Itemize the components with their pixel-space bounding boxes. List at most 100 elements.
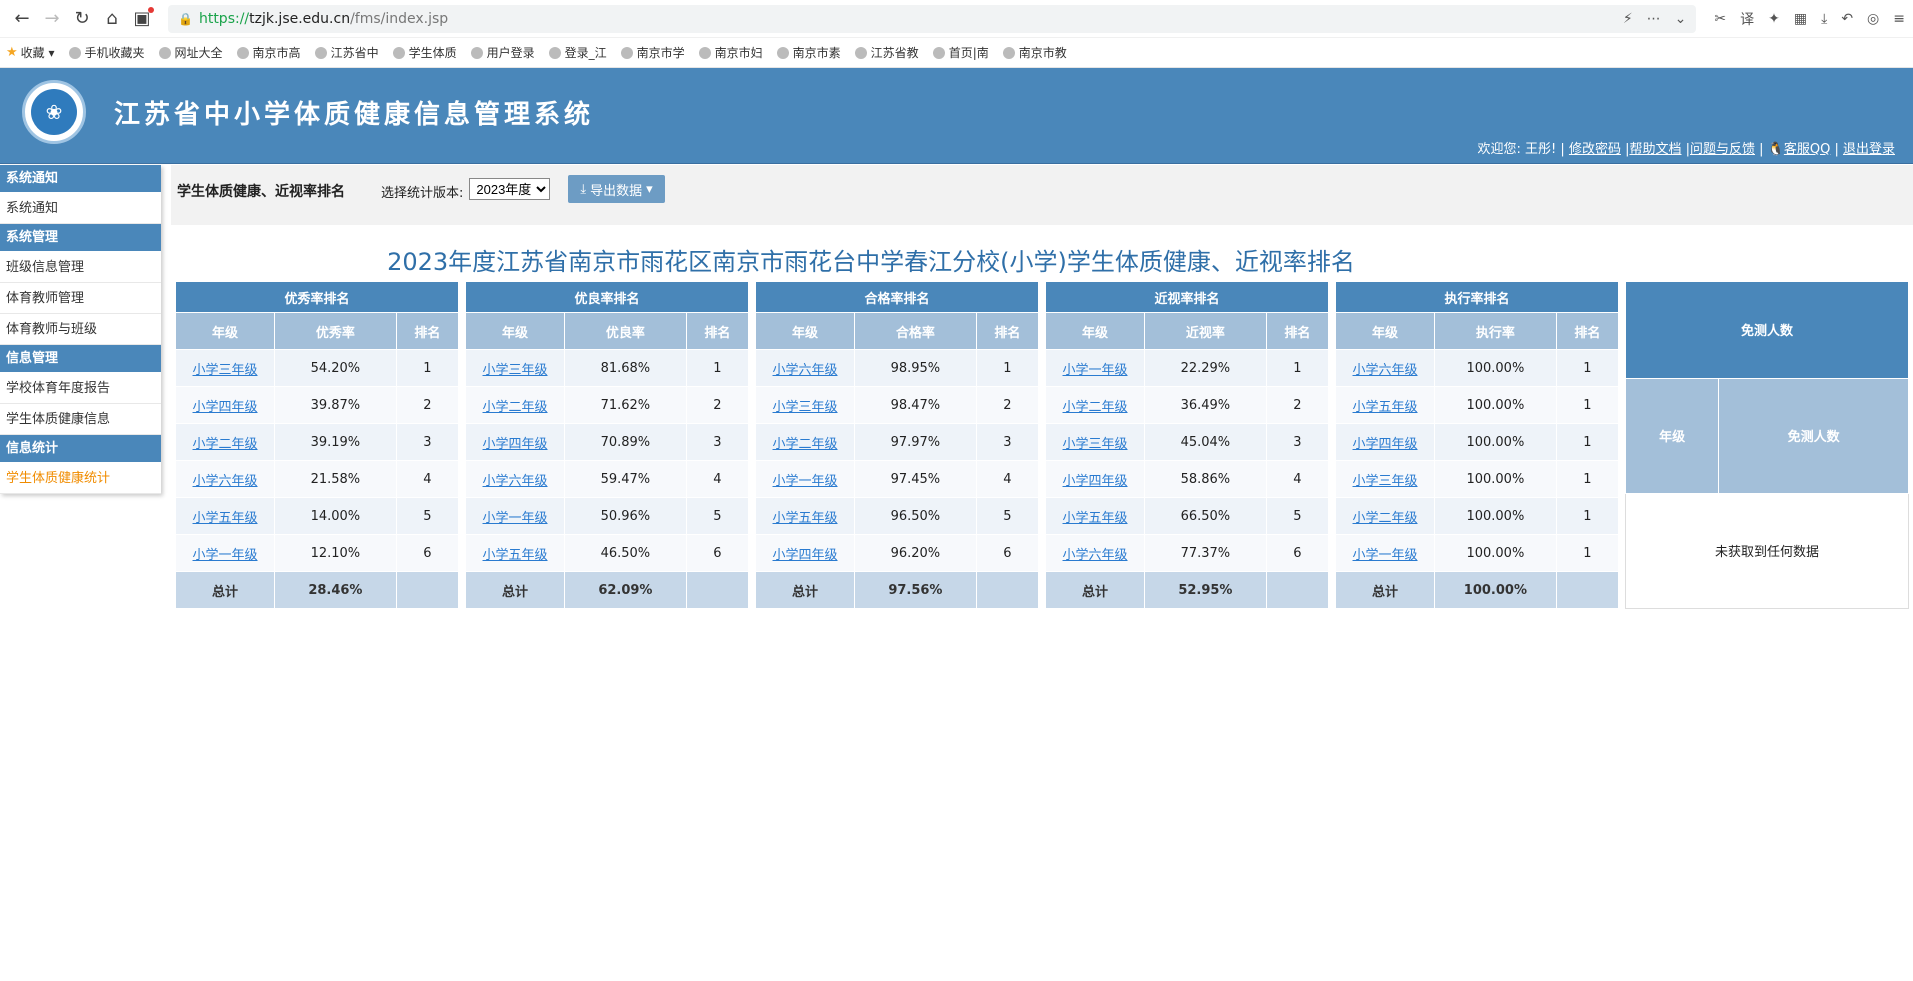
bookmark-item[interactable]: 南京市素 <box>776 44 841 61</box>
game-icon[interactable]: ✦ <box>1768 11 1780 27</box>
grade-link[interactable]: 小学五年级 <box>193 511 258 526</box>
lightning-icon[interactable]: ⚡ <box>1623 11 1633 27</box>
download-icon: ⤓ <box>580 181 587 196</box>
menu-icon[interactable]: ≡ <box>1893 11 1905 27</box>
rate-value: 98.95% <box>854 349 977 387</box>
export-button[interactable]: ⤓ 导出数据 ▾ <box>568 175 665 203</box>
bookmark-item[interactable]: 南京市教 <box>1002 44 1067 61</box>
user-links: 欢迎您: 王彤! | 修改密码 |帮助文档 |问题与反馈 | 🐧客服QQ | 退… <box>1477 142 1895 157</box>
bookmark-item[interactable]: 手机收藏夹 <box>68 44 145 61</box>
sidebar-item-annual-report[interactable]: 学校体育年度报告 <box>0 373 161 404</box>
caret-down-icon: ▾ <box>646 181 653 196</box>
extension-icon[interactable]: ▣ <box>128 5 156 33</box>
bookmark-item[interactable]: 江苏省教 <box>854 44 919 61</box>
table-row: 小学三年级 100.00% 1 <box>1334 460 1620 498</box>
sidebar-item-health-info[interactable]: 学生体质健康信息 <box>0 404 161 435</box>
bookmark-item[interactable]: ★ 收藏 ▾ <box>6 44 55 61</box>
scissors-icon[interactable]: ✂ <box>1714 11 1726 27</box>
download-icon[interactable]: ⤓ <box>1821 11 1827 27</box>
grade-link[interactable]: 小学三年级 <box>1063 437 1128 452</box>
grade-link[interactable]: 小学四年级 <box>193 400 258 415</box>
feedback-link[interactable]: 问题与反馈 <box>1690 142 1755 157</box>
grade-link[interactable]: 小学五年级 <box>773 511 838 526</box>
grade-link[interactable]: 小学一年级 <box>483 511 548 526</box>
sidebar-section-notice[interactable]: 系统通知 <box>0 165 161 193</box>
sidebar-item-teacher[interactable]: 体育教师管理 <box>0 283 161 314</box>
sidebar-section-system[interactable]: 系统管理 <box>0 224 161 252</box>
back-icon[interactable]: ← <box>8 5 36 33</box>
bookmark-item[interactable]: 用户登录 <box>470 44 535 61</box>
grade-link[interactable]: 小学三年级 <box>193 363 258 378</box>
rate-value: 100.00% <box>1434 386 1557 424</box>
rank-value: 1 <box>395 349 460 387</box>
url-path: /fms/index.jsp <box>350 10 449 27</box>
support-qq-link[interactable]: 客服QQ <box>1784 142 1830 157</box>
grade-link[interactable]: 小学一年级 <box>773 474 838 489</box>
grade-link[interactable]: 小学四年级 <box>483 437 548 452</box>
bookmark-item[interactable]: 网址大全 <box>158 44 223 61</box>
grade-link[interactable]: 小学六年级 <box>1063 548 1128 563</box>
undo-icon[interactable]: ↶ <box>1841 11 1853 27</box>
grade-link[interactable]: 小学五年级 <box>483 548 548 563</box>
grade-link[interactable]: 小学五年级 <box>1063 511 1128 526</box>
grade-link[interactable]: 小学三年级 <box>773 400 838 415</box>
address-bar[interactable]: 🔒 https://tzjk.jse.edu.cn/fms/index.jsp … <box>168 4 1697 33</box>
sidebar-section-info[interactable]: 信息管理 <box>0 345 161 373</box>
sidebar-section-stats[interactable]: 信息统计 <box>0 435 161 463</box>
rate-value: 97.97% <box>854 423 977 461</box>
bookmark-item[interactable]: 登录_江 <box>548 44 607 61</box>
apps-icon[interactable]: ▦ <box>1794 11 1807 27</box>
table-row: 小学五年级 66.50% 5 <box>1044 497 1330 535</box>
change-password-link[interactable]: 修改密码 <box>1569 142 1621 157</box>
grade-link[interactable]: 小学六年级 <box>483 474 548 489</box>
grade-link[interactable]: 小学一年级 <box>1063 363 1128 378</box>
bookmark-item[interactable]: 首页|南 <box>932 44 989 61</box>
grade-link[interactable]: 小学六年级 <box>773 363 838 378</box>
rank-value: 1 <box>1265 349 1330 387</box>
version-select[interactable]: 2023年度 <box>469 178 551 200</box>
total-value: 28.46% <box>274 571 397 609</box>
grade-link[interactable]: 小学五年级 <box>1353 400 1418 415</box>
grade-link[interactable]: 小学四年级 <box>1063 474 1128 489</box>
sidebar-item-notice[interactable]: 系统通知 <box>0 193 161 224</box>
rank-value: 1 <box>975 349 1040 387</box>
rank-value: 4 <box>1265 460 1330 498</box>
home-icon[interactable]: ⌂ <box>98 5 126 33</box>
help-docs-link[interactable]: 帮助文档 <box>1629 142 1681 157</box>
grade-link[interactable]: 小学一年级 <box>1353 548 1418 563</box>
grade-link[interactable]: 小学二年级 <box>193 437 258 452</box>
bookmark-item[interactable]: 南京市学 <box>620 44 685 61</box>
bookmark-item[interactable]: 学生体质 <box>392 44 457 61</box>
grade-link[interactable]: 小学三年级 <box>1353 474 1418 489</box>
rate-value: 39.87% <box>274 386 397 424</box>
grade-link[interactable]: 小学六年级 <box>193 474 258 489</box>
browser-logo-icon[interactable]: ◎ <box>1867 11 1879 27</box>
sidebar-item-teacher-class[interactable]: 体育教师与班级 <box>0 314 161 345</box>
sidebar-item-class[interactable]: 班级信息管理 <box>0 252 161 283</box>
chevron-down-icon[interactable]: ⌄ <box>1675 11 1687 27</box>
column-header: 免测人数 <box>1718 377 1909 494</box>
bookmark-item[interactable]: 南京市高 <box>236 44 301 61</box>
grade-link[interactable]: 小学六年级 <box>1353 363 1418 378</box>
grade-link[interactable]: 小学二年级 <box>773 437 838 452</box>
grade-link[interactable]: 小学二年级 <box>1063 400 1128 415</box>
reload-icon[interactable]: ↻ <box>68 5 96 33</box>
grade-link[interactable]: 小学一年级 <box>193 548 258 563</box>
logo-icon: ❀ <box>22 80 86 144</box>
bookmark-item[interactable]: 江苏省中 <box>314 44 379 61</box>
sidebar-item-health-stats[interactable]: 学生体质健康统计 <box>0 463 161 494</box>
welcome-text: 欢迎您: 王彤! | <box>1477 142 1565 157</box>
forward-icon[interactable]: → <box>38 5 66 33</box>
rate-value: 81.68% <box>564 349 687 387</box>
bookmark-item[interactable]: 南京市妇 <box>698 44 763 61</box>
logout-link[interactable]: 退出登录 <box>1843 142 1895 157</box>
grade-link[interactable]: 小学四年级 <box>773 548 838 563</box>
rank-value: 3 <box>975 423 1040 461</box>
translate-icon[interactable]: 译 <box>1740 9 1754 29</box>
grade-link[interactable]: 小学三年级 <box>483 363 548 378</box>
column-header: 排名 <box>1555 312 1620 350</box>
grade-link[interactable]: 小学二年级 <box>483 400 548 415</box>
grade-link[interactable]: 小学四年级 <box>1353 437 1418 452</box>
more-icon[interactable]: ⋯ <box>1647 11 1661 27</box>
grade-link[interactable]: 小学二年级 <box>1353 511 1418 526</box>
